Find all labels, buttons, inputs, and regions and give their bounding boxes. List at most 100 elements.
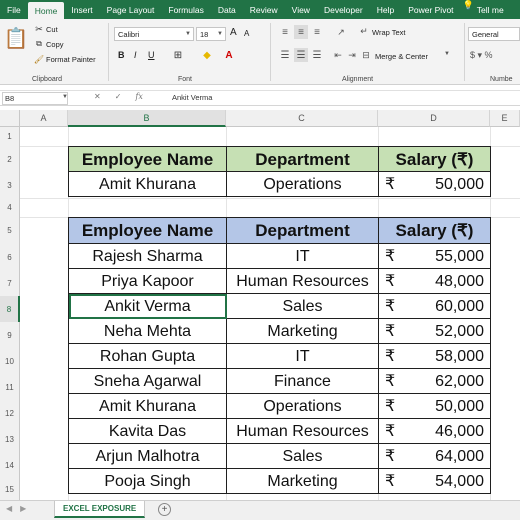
header-department[interactable]: Department	[226, 217, 379, 244]
increase-font-button[interactable]: A	[230, 27, 237, 38]
row-header[interactable]: 12	[0, 400, 20, 426]
row-header[interactable]: 5	[0, 217, 20, 244]
cell-salary[interactable]: ₹46,000	[378, 418, 491, 444]
cell-name[interactable]: Sneha Agarwal	[68, 368, 227, 394]
column-header-c[interactable]: C	[226, 110, 378, 127]
cell-name[interactable]: Kavita Das	[68, 418, 227, 444]
column-header-d[interactable]: D	[378, 110, 490, 127]
cell-department[interactable]: Sales	[226, 443, 379, 469]
cell-salary[interactable]: ₹62,000	[378, 368, 491, 394]
borders-icon[interactable]: ⊞	[172, 49, 184, 61]
add-sheet-button[interactable]: +	[158, 503, 171, 516]
cell-name[interactable]: Arjun Malhotra	[68, 443, 227, 469]
header-department[interactable]: Department	[226, 146, 379, 172]
tab-power-pivot[interactable]: Power Pivot	[401, 0, 460, 19]
tab-data[interactable]: Data	[211, 0, 243, 19]
align-center-icon[interactable]: ☰	[294, 48, 308, 62]
cell-salary[interactable]: ₹52,000	[378, 318, 491, 344]
fx-icon[interactable]: fx	[135, 92, 142, 101]
tab-review[interactable]: Review	[243, 0, 285, 19]
fill-color-icon[interactable]: ◆	[200, 48, 214, 62]
row-header[interactable]: 3	[0, 172, 20, 198]
cell-name[interactable]: Amit Khurana	[68, 393, 227, 419]
cell-department[interactable]: Human Resources	[226, 418, 379, 444]
font-name-select[interactable]: Calibri ▼	[114, 27, 194, 41]
column-header-a[interactable]: A	[20, 110, 68, 127]
tab-help[interactable]: Help	[370, 0, 401, 19]
header-salary[interactable]: Salary (₹)	[378, 146, 491, 172]
format-painter-icon[interactable]: 🖌	[34, 54, 44, 64]
select-all-corner[interactable]	[0, 110, 20, 127]
align-bottom-icon[interactable]: ≡	[310, 25, 324, 39]
align-left-icon[interactable]: ☰	[278, 48, 292, 62]
orientation-icon[interactable]: ↗	[334, 25, 348, 39]
cell-salary[interactable]: ₹58,000	[378, 343, 491, 369]
enter-icon[interactable]: ✓	[115, 92, 122, 101]
cell-department[interactable]: Operations	[226, 171, 379, 197]
header-employee-name[interactable]: Employee Name	[68, 146, 227, 172]
wrap-text-button[interactable]: Wrap Text	[372, 28, 406, 37]
row-header[interactable]: 1	[0, 127, 20, 146]
decrease-indent-icon[interactable]: ⇤	[332, 48, 344, 62]
paste-icon[interactable]: 📋	[4, 25, 29, 51]
tab-formulas[interactable]: Formulas	[161, 0, 210, 19]
cell-salary[interactable]: ₹64,000	[378, 443, 491, 469]
row-header[interactable]: 14	[0, 452, 20, 478]
row-header[interactable]: 13	[0, 426, 20, 452]
cell-salary[interactable]: ₹54,000	[378, 468, 491, 494]
row-header[interactable]: 7	[0, 270, 20, 296]
cell-salary[interactable]: ₹60,000	[378, 293, 491, 319]
currency-format-icon[interactable]: $ ▾ %	[470, 50, 493, 61]
row-header[interactable]: 4	[0, 198, 20, 217]
increase-indent-icon[interactable]: ⇥	[346, 48, 358, 62]
column-header-e[interactable]: E	[490, 110, 520, 127]
tab-file[interactable]: File	[0, 0, 28, 19]
header-salary[interactable]: Salary (₹)	[378, 217, 491, 244]
cell-name[interactable]: Amit Khurana	[68, 171, 227, 197]
row-header[interactable]: 15	[0, 478, 20, 500]
row-header[interactable]: 10	[0, 348, 20, 374]
row-header[interactable]: 2	[0, 146, 20, 172]
column-header-b[interactable]: B	[68, 110, 226, 127]
number-format-select[interactable]: General	[468, 27, 520, 41]
cell-name[interactable]: Priya Kapoor	[68, 268, 227, 294]
underline-button[interactable]: U	[148, 50, 155, 60]
tab-view[interactable]: View	[285, 0, 317, 19]
sheet-tab-excel-exposure[interactable]: EXCEL EXPOSURE	[54, 501, 146, 518]
row-header[interactable]: 6	[0, 244, 20, 270]
tell-me-search[interactable]: Tell me	[477, 0, 511, 19]
tab-page-layout[interactable]: Page Layout	[100, 0, 162, 19]
chevron-down-icon[interactable]: ▼	[444, 51, 450, 57]
font-size-select[interactable]: 18 ▼	[196, 27, 226, 41]
merge-center-icon[interactable]: ⊟	[360, 49, 372, 61]
format-painter-button[interactable]: Format Painter	[46, 55, 96, 64]
align-top-icon[interactable]: ≡	[278, 25, 292, 39]
chevron-down-icon[interactable]: ▼	[62, 94, 68, 100]
cancel-icon[interactable]: ✕	[94, 92, 101, 101]
cell-name[interactable]: Rohan Gupta	[68, 343, 227, 369]
decrease-font-button[interactable]: A	[244, 29, 249, 38]
tab-developer[interactable]: Developer	[317, 0, 370, 19]
cell-name[interactable]: Pooja Singh	[68, 468, 227, 494]
sheet-nav-arrows-icon[interactable]: ◀▶	[6, 504, 34, 513]
italic-button[interactable]: I	[134, 50, 137, 60]
scissors-icon[interactable]: ✂	[34, 24, 44, 34]
cell-salary[interactable]: ₹48,000	[378, 268, 491, 294]
merge-center-button[interactable]: Merge & Center	[375, 52, 428, 61]
cell-name[interactable]: Ankit Verma	[68, 293, 227, 319]
font-color-icon[interactable]: A	[222, 48, 236, 62]
copy-icon[interactable]: ⧉	[34, 39, 44, 49]
cut-button[interactable]: Cut	[46, 25, 58, 34]
align-middle-icon[interactable]: ≡	[294, 25, 308, 39]
cell-department[interactable]: IT	[226, 343, 379, 369]
row-header[interactable]: 8	[0, 296, 20, 322]
cell-name[interactable]: Neha Mehta	[68, 318, 227, 344]
cell-department[interactable]: Marketing	[226, 468, 379, 494]
cell-salary[interactable]: ₹55,000	[378, 243, 491, 269]
wrap-text-icon[interactable]: ↵	[358, 25, 370, 37]
tab-insert[interactable]: Insert	[64, 0, 99, 19]
copy-button[interactable]: Copy	[46, 40, 64, 49]
cell-department[interactable]: IT	[226, 243, 379, 269]
cell-department[interactable]: Marketing	[226, 318, 379, 344]
row-header[interactable]: 9	[0, 322, 20, 348]
